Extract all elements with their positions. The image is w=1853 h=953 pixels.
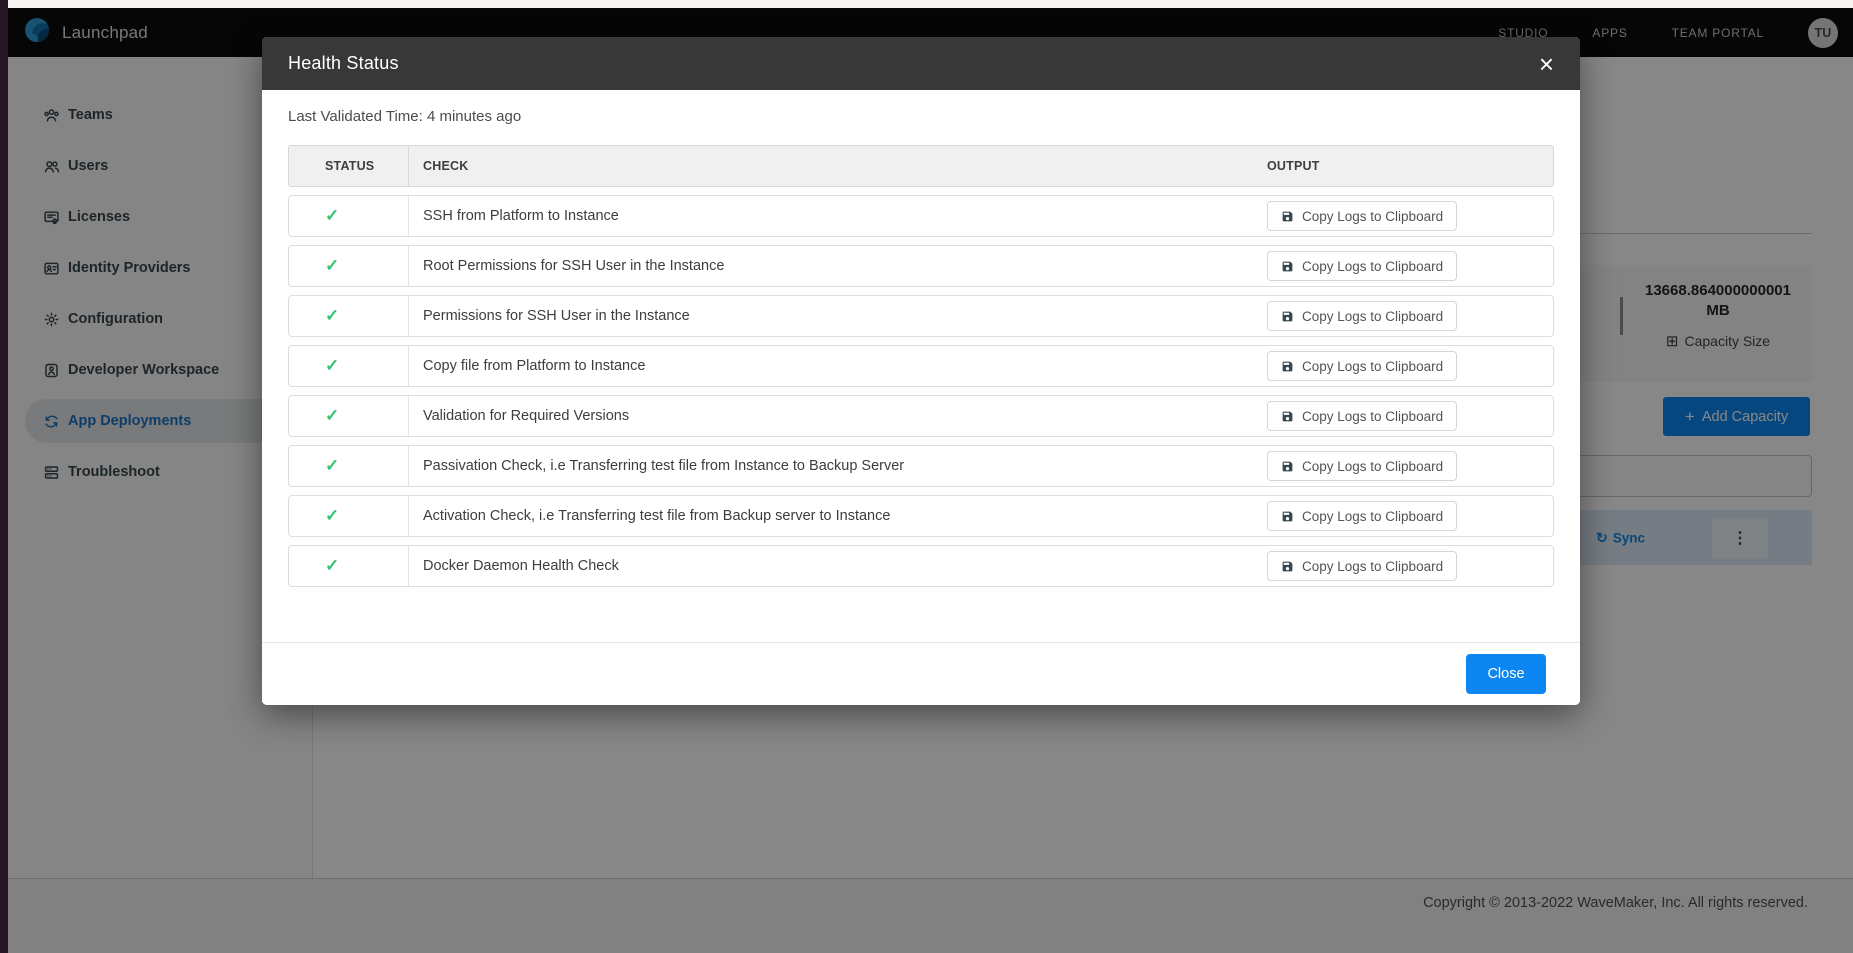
screen: Launchpad STUDIO APPS TEAM PORTAL TU Tea… [0, 0, 1853, 953]
check-name: Permissions for SSH User in the Instance [423, 308, 690, 324]
column-header-check: CHECK [409, 146, 1267, 186]
window-edge-left [0, 0, 8, 953]
copy-logs-button[interactable]: Copy Logs to Clipboard [1267, 201, 1457, 231]
check-success-icon: ✓ [325, 506, 339, 526]
table-row: ✓ Docker Daemon Health Check Copy Logs t… [288, 545, 1554, 587]
check-success-icon: ✓ [325, 356, 339, 376]
table-row: ✓ Passivation Check, i.e Transferring te… [288, 445, 1554, 487]
table-row: ✓ Root Permissions for SSH User in the I… [288, 245, 1554, 287]
check-name: Copy file from Platform to Instance [423, 358, 645, 374]
health-status-modal: Health Status × Last Validated Time: 4 m… [262, 37, 1580, 705]
table-row: ✓ Activation Check, i.e Transferring tes… [288, 495, 1554, 537]
modal-footer: Close [262, 642, 1580, 705]
table-row: ✓ SSH from Platform to Instance Copy Log… [288, 195, 1554, 237]
check-success-icon: ✓ [325, 306, 339, 326]
save-icon [1281, 210, 1294, 223]
check-name: SSH from Platform to Instance [423, 208, 619, 224]
copy-logs-button[interactable]: Copy Logs to Clipboard [1267, 551, 1457, 581]
check-name: Passivation Check, i.e Transferring test… [423, 458, 904, 474]
copy-logs-button[interactable]: Copy Logs to Clipboard [1267, 301, 1457, 331]
check-success-icon: ✓ [325, 206, 339, 226]
copy-logs-button[interactable]: Copy Logs to Clipboard [1267, 351, 1457, 381]
check-success-icon: ✓ [325, 256, 339, 276]
table-row: ✓ Permissions for SSH User in the Instan… [288, 295, 1554, 337]
check-name: Root Permissions for SSH User in the Ins… [423, 258, 724, 274]
table-row: ✓ Copy file from Platform to Instance Co… [288, 345, 1554, 387]
check-success-icon: ✓ [325, 406, 339, 426]
check-name: Activation Check, i.e Transferring test … [423, 508, 890, 524]
save-icon [1281, 310, 1294, 323]
copy-logs-button[interactable]: Copy Logs to Clipboard [1267, 451, 1457, 481]
close-button[interactable]: Close [1466, 654, 1546, 694]
last-validated-text: Last Validated Time: 4 minutes ago [288, 108, 1554, 125]
window-edge-top [8, 0, 1853, 8]
copy-logs-button[interactable]: Copy Logs to Clipboard [1267, 501, 1457, 531]
modal-header: Health Status × [262, 37, 1580, 90]
check-name: Validation for Required Versions [423, 408, 629, 424]
save-icon [1281, 510, 1294, 523]
check-success-icon: ✓ [325, 456, 339, 476]
copy-logs-button[interactable]: Copy Logs to Clipboard [1267, 401, 1457, 431]
save-icon [1281, 460, 1294, 473]
check-success-icon: ✓ [325, 556, 339, 576]
close-icon[interactable]: × [1539, 51, 1554, 77]
copy-logs-button[interactable]: Copy Logs to Clipboard [1267, 251, 1457, 281]
check-name: Docker Daemon Health Check [423, 558, 619, 574]
modal-title: Health Status [288, 53, 399, 74]
modal-body: Last Validated Time: 4 minutes ago STATU… [262, 108, 1580, 587]
column-header-status: STATUS [289, 146, 409, 186]
table-header-row: STATUS CHECK OUTPUT [288, 145, 1554, 187]
column-header-output: OUTPUT [1267, 146, 1553, 186]
table-row: ✓ Validation for Required Versions Copy … [288, 395, 1554, 437]
save-icon [1281, 360, 1294, 373]
save-icon [1281, 410, 1294, 423]
save-icon [1281, 560, 1294, 573]
save-icon [1281, 260, 1294, 273]
